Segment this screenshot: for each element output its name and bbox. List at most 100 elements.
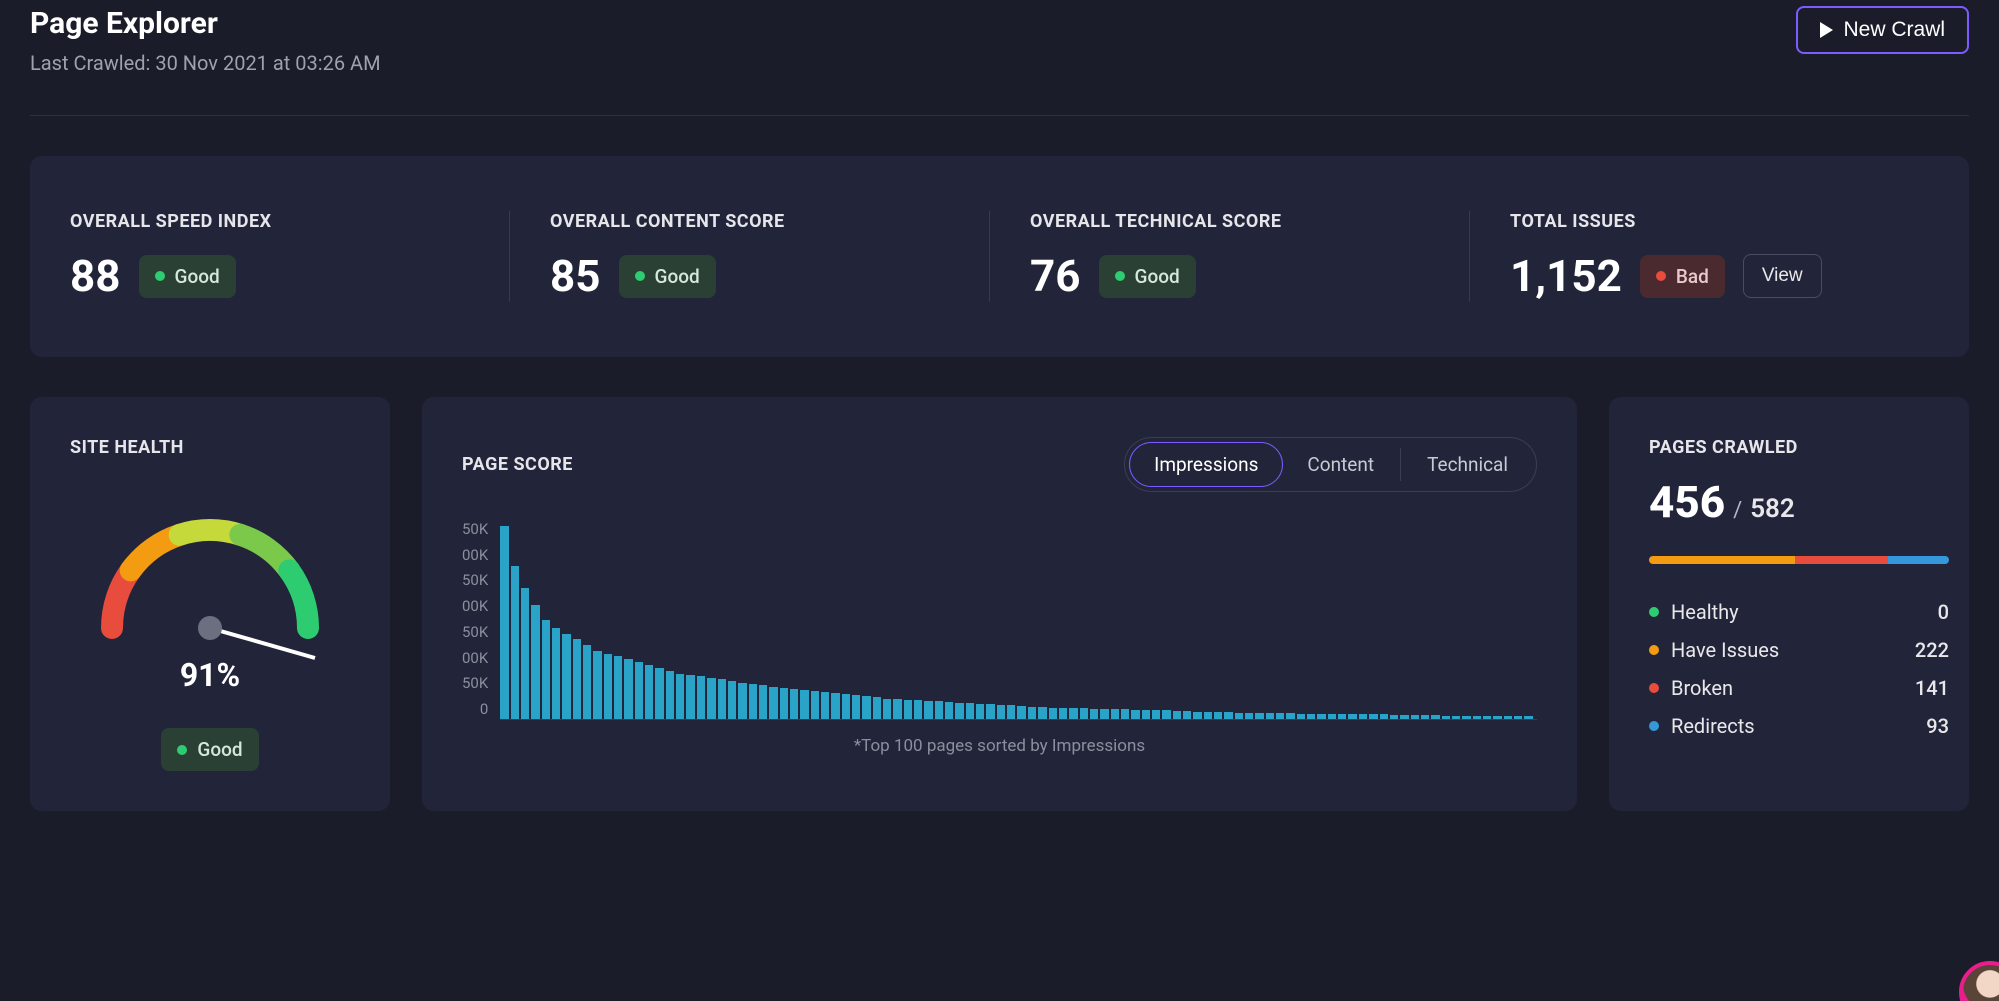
bar bbox=[1224, 712, 1232, 719]
tab-content[interactable]: Content bbox=[1283, 442, 1398, 487]
bar bbox=[873, 697, 881, 719]
play-icon bbox=[1820, 22, 1833, 38]
legend-name: Healthy bbox=[1671, 600, 1739, 624]
bar bbox=[697, 676, 705, 719]
bar bbox=[811, 691, 819, 719]
bar bbox=[542, 620, 550, 720]
bar bbox=[1462, 716, 1470, 719]
view-issues-button[interactable]: View bbox=[1743, 254, 1822, 298]
crawled-proportion-bar bbox=[1649, 556, 1949, 564]
bar bbox=[759, 685, 767, 719]
stat-technical: OVERALL TECHNICAL SCORE 76 Good bbox=[990, 211, 1470, 302]
bar bbox=[780, 688, 788, 719]
health-gauge: 91% bbox=[90, 508, 330, 708]
bar bbox=[904, 700, 912, 719]
legend-row: Broken 141 bbox=[1649, 676, 1949, 700]
bar bbox=[1193, 712, 1201, 719]
stat-speed-label: OVERALL SPEED INDEX bbox=[70, 211, 469, 232]
bar bbox=[531, 605, 539, 719]
proportion-segment bbox=[1888, 556, 1949, 564]
bar bbox=[718, 679, 726, 719]
bar bbox=[635, 662, 643, 719]
dot-icon bbox=[1649, 645, 1659, 655]
bar bbox=[831, 693, 839, 719]
bar bbox=[790, 689, 798, 719]
new-crawl-button[interactable]: New Crawl bbox=[1796, 6, 1969, 54]
bar bbox=[1090, 709, 1098, 719]
bar bbox=[1328, 714, 1336, 719]
dot-icon bbox=[1649, 607, 1659, 617]
bar bbox=[1059, 708, 1067, 719]
dot-icon bbox=[1649, 721, 1659, 731]
bar bbox=[1162, 710, 1170, 719]
bar bbox=[821, 692, 829, 719]
bar bbox=[562, 634, 570, 719]
bar bbox=[583, 645, 591, 719]
bar bbox=[862, 696, 870, 719]
badge-text: Good bbox=[655, 265, 700, 288]
bar bbox=[1286, 713, 1294, 719]
page-score-title: PAGE SCORE bbox=[462, 454, 573, 475]
badge-text: Good bbox=[197, 738, 242, 761]
bar bbox=[1080, 708, 1088, 719]
pages-crawled-title: PAGES CRAWLED bbox=[1649, 437, 1949, 458]
bar bbox=[573, 639, 581, 719]
bar bbox=[893, 699, 901, 719]
legend-value: 141 bbox=[1915, 676, 1949, 700]
bar bbox=[1514, 716, 1522, 719]
bar bbox=[728, 681, 736, 719]
stat-content-badge: Good bbox=[619, 255, 716, 298]
bar bbox=[852, 695, 860, 719]
bar bbox=[749, 684, 757, 719]
crawled-sep: / bbox=[1733, 498, 1742, 523]
bar bbox=[1183, 711, 1191, 719]
legend-name: Broken bbox=[1671, 676, 1733, 700]
bar bbox=[1100, 709, 1108, 719]
pages-crawled-card: PAGES CRAWLED 456 / 582 Healthy0Have Iss… bbox=[1609, 397, 1969, 811]
page-header: Page Explorer Last Crawled: 30 Nov 2021 … bbox=[30, 0, 1969, 116]
bar bbox=[604, 654, 612, 719]
bar bbox=[914, 700, 922, 719]
bar bbox=[1142, 710, 1150, 719]
bar bbox=[1421, 715, 1429, 719]
legend-value: 222 bbox=[1915, 638, 1949, 662]
y-tick: 50K bbox=[462, 571, 488, 589]
health-percent: 91% bbox=[180, 656, 240, 694]
legend-left: Healthy bbox=[1649, 600, 1739, 624]
tab-separator bbox=[1400, 448, 1401, 481]
new-crawl-label: New Crawl bbox=[1843, 18, 1945, 42]
badge-text: Good bbox=[1135, 265, 1180, 288]
bar bbox=[1255, 713, 1263, 719]
bar bbox=[593, 651, 601, 719]
bar bbox=[1493, 716, 1501, 719]
legend-left: Redirects bbox=[1649, 714, 1755, 738]
bar bbox=[1504, 716, 1512, 719]
bar bbox=[521, 588, 529, 719]
legend-name: Redirects bbox=[1671, 714, 1755, 738]
tab-technical[interactable]: Technical bbox=[1403, 442, 1532, 487]
bar bbox=[1276, 713, 1284, 719]
legend-name: Have Issues bbox=[1671, 638, 1779, 662]
bar bbox=[1214, 712, 1222, 719]
bar bbox=[883, 699, 891, 719]
crawled-count: 456 bbox=[1649, 476, 1725, 528]
bar bbox=[1069, 708, 1077, 719]
stat-issues-badge: Bad bbox=[1640, 255, 1725, 298]
y-tick: 50K bbox=[462, 623, 488, 641]
bar bbox=[1049, 708, 1057, 719]
bar bbox=[738, 683, 746, 719]
bar bbox=[500, 526, 508, 719]
bar bbox=[1111, 709, 1119, 719]
support-avatar[interactable] bbox=[1959, 961, 1999, 1001]
bar bbox=[1452, 716, 1460, 719]
proportion-segment bbox=[1795, 556, 1888, 564]
stat-technical-badge: Good bbox=[1099, 255, 1196, 298]
stat-speed-badge: Good bbox=[139, 255, 236, 298]
chart-footnote: *Top 100 pages sorted by Impressions bbox=[462, 736, 1537, 756]
site-health-card: SITE HEALTH 91% Good bbox=[30, 397, 390, 811]
dot-icon bbox=[1649, 683, 1659, 693]
tab-impressions[interactable]: Impressions bbox=[1129, 442, 1283, 487]
bar bbox=[1390, 715, 1398, 719]
stat-issues-label: TOTAL ISSUES bbox=[1510, 211, 1929, 232]
bar bbox=[842, 694, 850, 719]
